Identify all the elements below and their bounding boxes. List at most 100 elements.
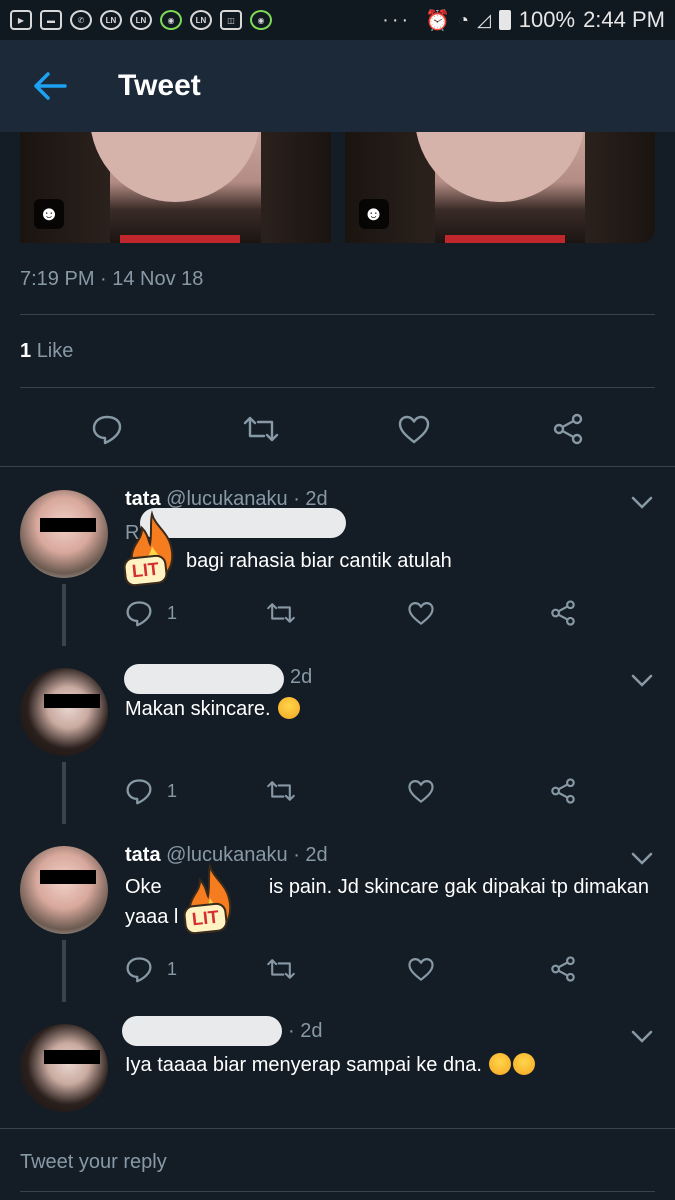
retweet-button[interactable] — [241, 409, 281, 449]
tweet-timestamp: 7:19 PM · 14 Nov 18 — [20, 268, 204, 290]
back-button[interactable] — [0, 40, 100, 132]
reply-text: Makan skincare. — [125, 698, 271, 720]
shopping-bag-icon: ◫ — [220, 10, 242, 30]
avatar[interactable] — [20, 846, 108, 934]
like-button[interactable] — [407, 954, 435, 984]
reply-tweet[interactable]: · 2d Iya taaaa biar menyerap sampai ke d… — [0, 1002, 675, 1128]
reply-text: Iya taaaa biar menyerap sampai ke dna. — [125, 1054, 482, 1076]
reply-text-line: Makan skincare. — [125, 694, 301, 724]
retweet-icon — [267, 781, 295, 801]
battery-percent: 100% — [518, 7, 576, 32]
reply-text-second-line: yaaa l — [125, 906, 179, 928]
retweet-button[interactable] — [265, 954, 297, 984]
display-name[interactable]: tata — [125, 844, 161, 866]
tweet-photo[interactable]: ☻ — [344, 132, 655, 243]
share-icon — [551, 956, 575, 982]
lit-sticker-label: LIT — [122, 553, 169, 588]
like-button[interactable] — [407, 776, 435, 806]
app-header: Tweet — [0, 40, 675, 132]
share-button[interactable] — [548, 409, 588, 449]
chevron-down-icon[interactable] — [631, 674, 653, 688]
reply-button[interactable]: 1 — [125, 598, 177, 628]
like-button[interactable] — [394, 409, 434, 449]
divider — [20, 314, 655, 315]
notification-icons: ▶ ▬ ✆ LN LN ◉ LN ◫ ◉ — [10, 10, 272, 30]
reply-tweet[interactable]: 2d Makan skincare. 1 — [0, 646, 675, 824]
avatar[interactable] — [20, 1024, 108, 1112]
reply-button[interactable]: 1 — [125, 954, 177, 984]
reply-icon — [126, 601, 152, 627]
heart-icon — [408, 602, 434, 625]
reply-count: 1 — [167, 602, 178, 623]
youtube-icon: ▶ — [10, 10, 32, 30]
reply-tweet[interactable]: tata @lucukanaku · 2d Oke is pain. Jd sk… — [0, 824, 675, 1002]
tweet-media: ☻ ☻ — [20, 132, 655, 243]
photo-shirt — [120, 235, 240, 243]
heart-icon — [399, 415, 430, 444]
avatar-censor-bar — [44, 1050, 100, 1064]
reply-icon — [126, 957, 152, 983]
composer-underline — [20, 1191, 655, 1192]
retweet-icon — [267, 959, 295, 979]
chevron-down-icon[interactable] — [631, 1030, 653, 1044]
heart-icon — [408, 780, 434, 803]
share-button[interactable] — [549, 954, 577, 984]
like-button[interactable] — [407, 598, 435, 628]
thread-line — [62, 762, 66, 824]
line-icon: LN — [190, 10, 212, 30]
share-icon — [551, 600, 575, 626]
laughing-emoji-icon — [278, 697, 301, 719]
share-icon — [551, 778, 575, 804]
reply-count: 1 — [167, 780, 178, 801]
thread-line — [62, 940, 66, 1002]
battery-icon — [498, 10, 511, 30]
reply-time: · 2d — [293, 844, 328, 866]
retweet-button[interactable] — [265, 598, 297, 628]
signal-icon: ◿ — [476, 9, 491, 30]
retweet-button[interactable] — [265, 776, 297, 806]
like-count: 1 — [20, 340, 32, 362]
chevron-down-icon[interactable] — [631, 852, 653, 866]
avatar[interactable] — [20, 490, 108, 578]
tagged-people-icon[interactable]: ☻ — [358, 199, 389, 229]
line-icon: LN — [130, 10, 152, 30]
photo-face — [414, 132, 585, 202]
page-title: Tweet — [118, 69, 201, 102]
share-icon — [553, 413, 583, 445]
avatar[interactable] — [20, 668, 108, 756]
share-button[interactable] — [549, 776, 577, 806]
alarm-icon: ⏰ — [425, 9, 451, 32]
chevron-down-icon[interactable] — [631, 496, 653, 510]
likes-count-link[interactable]: 1 Like — [20, 340, 73, 363]
gojek-icon: ◉ — [160, 10, 182, 30]
reply-button[interactable]: 1 — [125, 776, 177, 806]
handle[interactable]: @lucukanaku — [166, 488, 287, 510]
laughing-emoji-icon — [489, 1053, 512, 1075]
share-button[interactable] — [549, 598, 577, 628]
reply-composer — [0, 1128, 675, 1200]
reply-text-line: Iya taaaa biar menyerap sampai ke dna. — [125, 1050, 536, 1080]
display-name[interactable]: tata — [125, 488, 161, 510]
back-arrow-icon — [34, 72, 67, 100]
reply-icon — [126, 779, 152, 805]
reply-actions: 1 — [125, 954, 595, 984]
avatar-censor-bar — [44, 694, 100, 708]
photo-hair-right — [260, 132, 331, 243]
reply-input[interactable] — [0, 1129, 675, 1200]
reply-actions: 1 — [125, 598, 595, 628]
reply-time: · 2d — [293, 488, 328, 510]
reply-actions: 1 — [125, 776, 595, 806]
thread-line — [62, 584, 66, 646]
reply-tweet[interactable]: tata @lucukanaku · 2d R bagi rahasia bia… — [0, 466, 675, 646]
clock: 2:44 PM — [583, 7, 665, 32]
like-label: Like — [36, 340, 74, 362]
more-notifications-dots: ··· — [382, 8, 412, 31]
retweet-icon — [243, 416, 278, 442]
status-bar: ▶ ▬ ✆ LN LN ◉ LN ◫ ◉ ··· ⏰ ◔ ◿ 100% 2:44… — [0, 0, 675, 40]
whatsapp-icon: ✆ — [70, 10, 92, 30]
message-icon: ▬ — [40, 10, 62, 30]
wifi-icon: ◔ — [458, 9, 469, 30]
tagged-people-icon[interactable]: ☻ — [34, 199, 64, 229]
reply-button[interactable] — [87, 409, 127, 449]
tweet-photo[interactable]: ☻ — [20, 132, 331, 243]
